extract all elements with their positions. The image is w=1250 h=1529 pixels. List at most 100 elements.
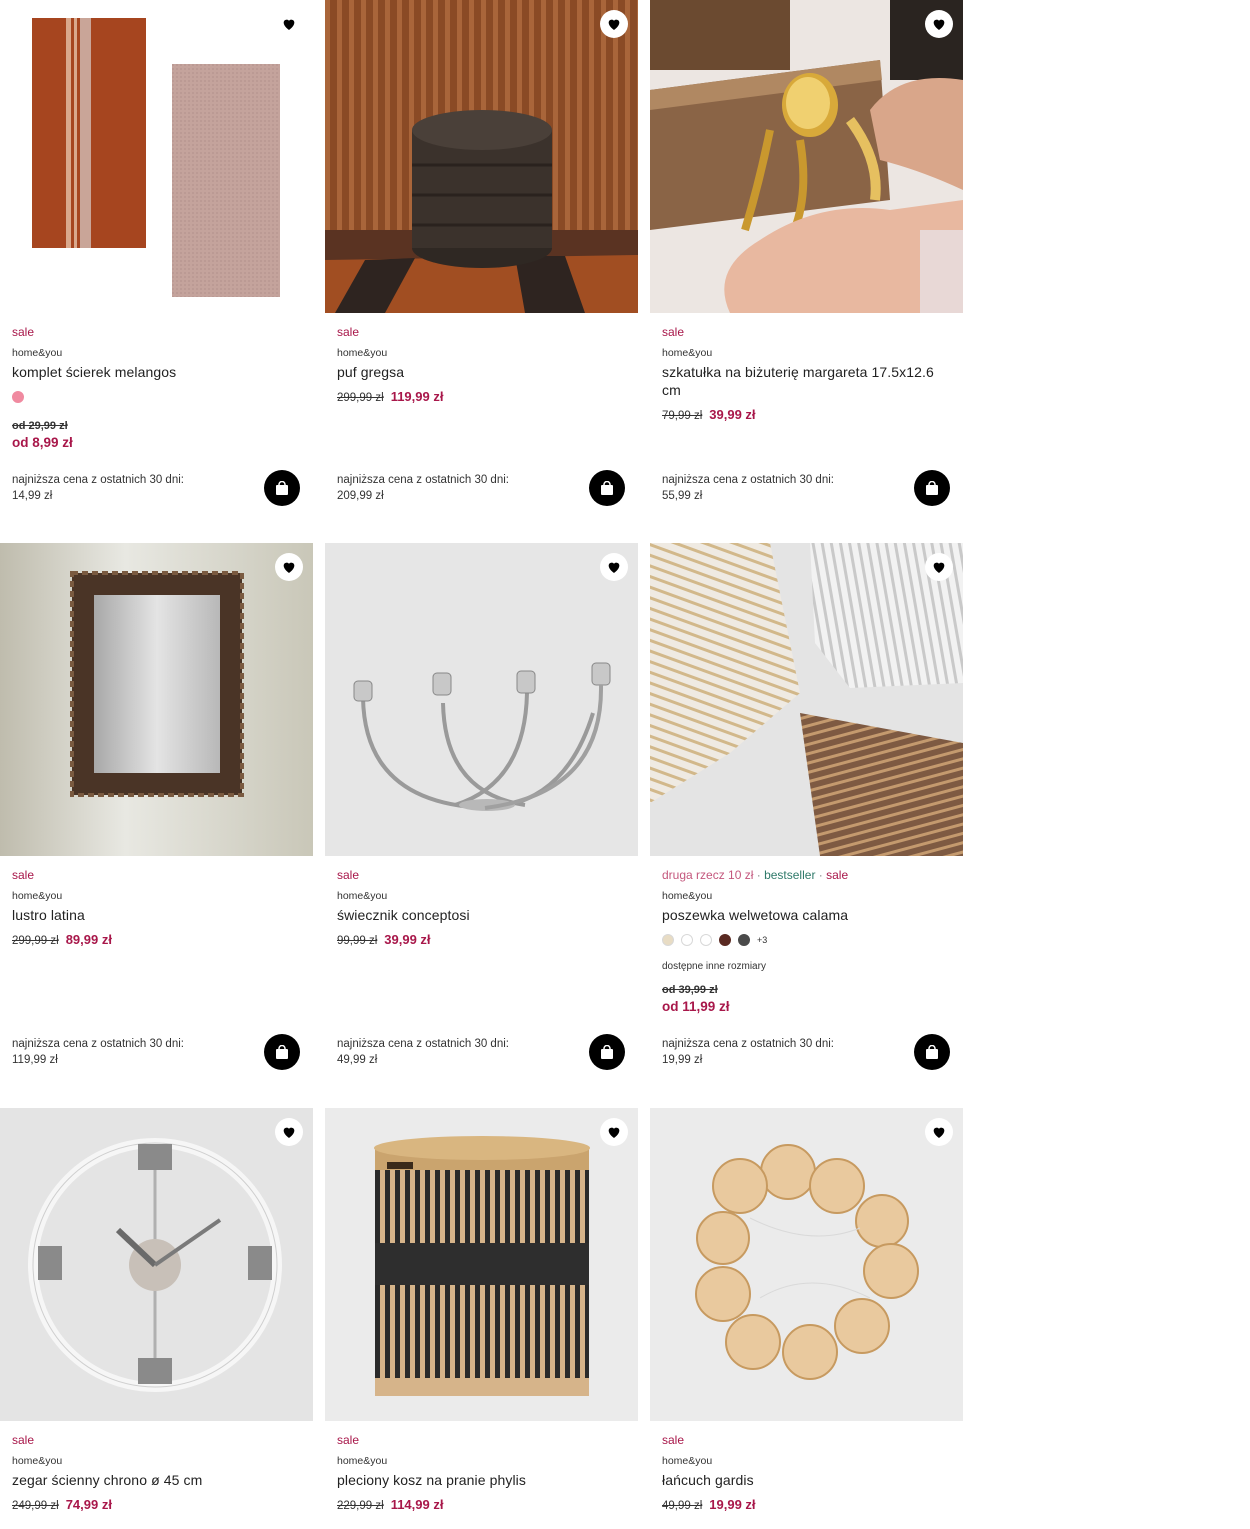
product-tags: sale — [337, 1432, 626, 1448]
favorite-button[interactable] — [925, 553, 953, 581]
product-info: sale home&you pleciony kosz na pranie ph… — [337, 1432, 626, 1512]
sale-price: 19,99 zł — [709, 1497, 756, 1512]
product-tags: sale — [662, 1432, 951, 1448]
more-colors-count[interactable]: +3 — [757, 935, 767, 945]
sale-tag: sale — [337, 1433, 360, 1447]
color-swatch[interactable] — [662, 934, 674, 946]
sale-price: od 11,99 zł — [662, 999, 730, 1014]
product-image[interactable] — [0, 0, 313, 313]
promo-tag: druga rzecz 10 zł — [662, 868, 754, 882]
product-name[interactable]: zegar ścienny chrono ø 45 cm — [12, 1471, 301, 1489]
old-price: od 39,99 zł — [662, 984, 718, 996]
product-tags: sale — [12, 867, 301, 883]
color-swatch[interactable] — [12, 391, 24, 403]
product-brand: home&you — [12, 890, 63, 902]
product-image[interactable] — [650, 1108, 963, 1421]
heart-icon — [283, 19, 295, 30]
product-brand: home&you — [662, 347, 713, 359]
product-image[interactable] — [325, 1108, 638, 1421]
sale-price: 119,99 zł — [390, 389, 444, 404]
heart-icon — [608, 1127, 620, 1138]
lowest-price-note: najniższa cena z ostatnich 30 dni: 19,99… — [662, 1036, 872, 1068]
product-image[interactable] — [325, 0, 638, 313]
sale-price: 89,99 zł — [65, 932, 112, 947]
product-info: sale home&you świecznik conceptosi 99,99… — [337, 867, 626, 947]
product-name[interactable]: szkatułka na biżuterię margareta 17.5x12… — [662, 363, 951, 399]
product-image[interactable] — [325, 543, 638, 856]
sale-tag: sale — [826, 868, 849, 882]
color-swatch[interactable] — [681, 934, 693, 946]
product-name[interactable]: pleciony kosz na pranie phylis — [337, 1471, 626, 1489]
lowest-price-label: najniższa cena z ostatnich 30 dni: — [12, 474, 184, 486]
product-info: sale home&you szkatułka na biżuterię mar… — [662, 324, 951, 422]
favorite-button[interactable] — [275, 1118, 303, 1146]
add-to-cart-button[interactable] — [264, 1034, 300, 1070]
favorite-button[interactable] — [600, 1118, 628, 1146]
sale-price: od 8,99 zł — [12, 435, 73, 450]
product-name[interactable]: łańcuch gardis — [662, 1471, 951, 1489]
favorite-button[interactable] — [600, 10, 628, 38]
shopping-bag-icon — [601, 1044, 613, 1059]
product-info: druga rzecz 10 zł · bestseller · sale ho… — [662, 867, 951, 1014]
product-image[interactable] — [0, 543, 313, 856]
sale-price: 39,99 zł — [384, 932, 431, 947]
price: 299,99 zł 89,99 zł — [12, 932, 301, 947]
product-brand: home&you — [337, 1455, 388, 1467]
lowest-price-value: 209,99 zł — [337, 490, 384, 502]
product-info: sale home&you lustro latina 299,99 zł 89… — [12, 867, 301, 947]
favorite-button[interactable] — [925, 10, 953, 38]
color-swatch[interactable] — [700, 934, 712, 946]
product-image[interactable] — [650, 543, 963, 856]
old-price: 229,99 zł — [337, 1500, 384, 1512]
sale-tag: sale — [337, 868, 360, 882]
shopping-bag-icon — [926, 480, 938, 495]
price: 79,99 zł 39,99 zł — [662, 407, 951, 422]
product-image[interactable] — [650, 0, 963, 313]
sale-tag: sale — [662, 1433, 685, 1447]
product-brand: home&you — [662, 890, 713, 902]
product-name[interactable]: puf gregsa — [337, 363, 626, 381]
price: 99,99 zł 39,99 zł — [337, 932, 626, 947]
color-swatches: +3 — [662, 933, 951, 947]
add-to-cart-button[interactable] — [589, 470, 625, 506]
product-name[interactable]: lustro latina — [12, 906, 301, 924]
favorite-button[interactable] — [275, 10, 303, 38]
price: 249,99 zł 74,99 zł — [12, 1497, 301, 1512]
product-tags: sale — [337, 324, 626, 340]
add-to-cart-button[interactable] — [264, 470, 300, 506]
product-name[interactable]: świecznik conceptosi — [337, 906, 626, 924]
lowest-price-note: najniższa cena z ostatnich 30 dni: 119,9… — [12, 1036, 222, 1068]
product-tags: sale — [12, 324, 301, 340]
product-info: sale home&you łańcuch gardis 49,99 zł 19… — [662, 1432, 951, 1512]
add-to-cart-button[interactable] — [914, 1034, 950, 1070]
sale-tag: sale — [337, 325, 360, 339]
price: 229,99 zł 114,99 zł — [337, 1497, 626, 1512]
add-to-cart-button[interactable] — [914, 470, 950, 506]
product-name[interactable]: poszewka welwetowa calama — [662, 906, 951, 924]
favorite-button[interactable] — [275, 553, 303, 581]
lowest-price-value: 19,99 zł — [662, 1054, 703, 1066]
lowest-price-label: najniższa cena z ostatnich 30 dni: — [12, 1038, 184, 1050]
old-price: 299,99 zł — [337, 392, 384, 404]
lowest-price-note: najniższa cena z ostatnich 30 dni: 49,99… — [337, 1036, 547, 1068]
product-name[interactable]: komplet ścierek melangos — [12, 363, 301, 381]
add-to-cart-button[interactable] — [589, 1034, 625, 1070]
product-brand: home&you — [12, 347, 63, 359]
color-swatch[interactable] — [719, 934, 731, 946]
color-swatch[interactable] — [738, 934, 750, 946]
shopping-bag-icon — [926, 1044, 938, 1059]
lowest-price-note: najniższa cena z ostatnich 30 dni: 55,99… — [662, 472, 872, 504]
favorite-button[interactable] — [925, 1118, 953, 1146]
old-price: od 29,99 zł — [12, 420, 68, 432]
product-grid: sale home&you komplet ścierek melangos o… — [0, 0, 1250, 1529]
old-price: 49,99 zł — [662, 1500, 703, 1512]
shopping-bag-icon — [276, 1044, 288, 1059]
product-image[interactable] — [0, 1108, 313, 1421]
price: 49,99 zł 19,99 zł — [662, 1497, 951, 1512]
product-brand: home&you — [337, 347, 388, 359]
price: od 39,99 zł od 11,99 zł — [662, 984, 951, 1014]
color-swatches — [12, 390, 301, 404]
lowest-price-value: 119,99 zł — [12, 1054, 58, 1066]
old-price: 299,99 zł — [12, 935, 59, 947]
favorite-button[interactable] — [600, 553, 628, 581]
